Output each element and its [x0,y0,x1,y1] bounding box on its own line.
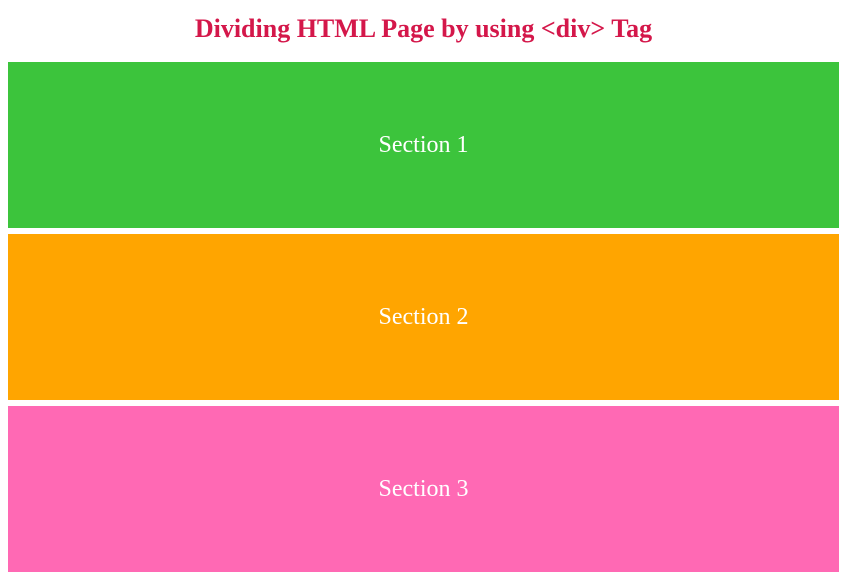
section-2: Section 2 [8,234,839,400]
section-1-label: Section 1 [379,132,469,159]
page-title: Dividing HTML Page by using <div> Tag [0,0,847,62]
section-3-label: Section 3 [379,476,469,503]
section-2-label: Section 2 [379,304,469,331]
sections-container: Section 1 Section 2 Section 3 [0,62,847,572]
section-1: Section 1 [8,62,839,228]
section-3: Section 3 [8,406,839,572]
